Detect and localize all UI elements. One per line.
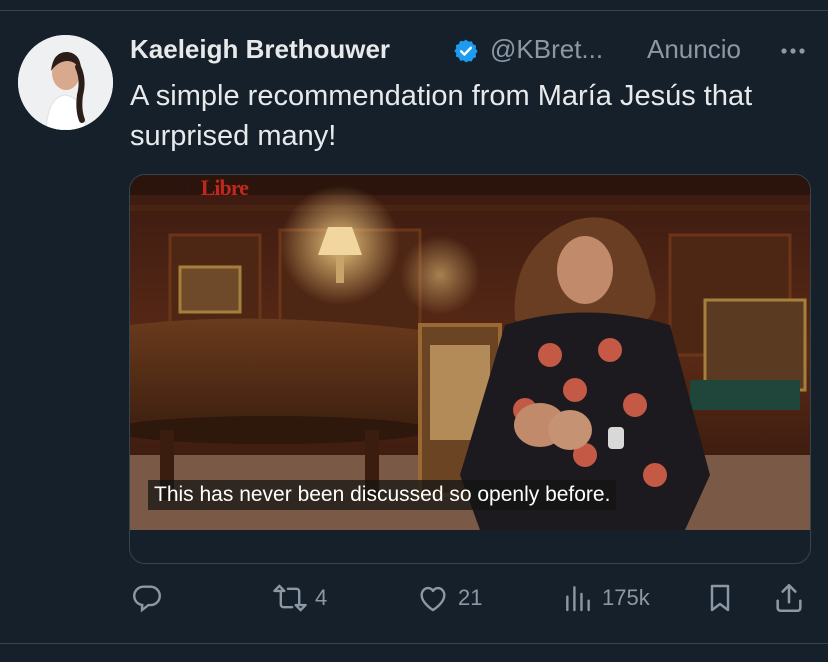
like-icon (416, 581, 450, 615)
retweet-count: 4 (315, 585, 328, 610)
bookmark-button[interactable] (704, 580, 736, 616)
video-frame[interactable]: infoLibre This has never been discussed … (130, 175, 810, 530)
bottom-divider (0, 643, 828, 644)
views-icon (562, 581, 594, 615)
views-button[interactable]: 175k (562, 580, 650, 616)
author-name[interactable]: Kaeleigh Brethouwer (130, 34, 390, 65)
video-subtitle: This has never been discussed so openly … (148, 480, 617, 510)
bookmark-icon (704, 581, 736, 615)
more-icon[interactable] (775, 34, 811, 64)
share-button[interactable] (772, 580, 806, 616)
ad-label: Anuncio (647, 34, 741, 64)
reply-button[interactable] (130, 580, 172, 616)
tweet-header: Kaeleigh Brethouwer @KBret... Anuncio (130, 30, 820, 70)
reply-icon (130, 581, 164, 615)
media-card[interactable]: infoLibre This has never been discussed … (129, 174, 811, 564)
verified-badge-icon (453, 38, 479, 64)
retweet-button[interactable]: 4 (273, 580, 327, 616)
share-icon (772, 581, 806, 615)
retweet-icon (273, 581, 307, 615)
video-watermark: infoLibre (168, 175, 249, 201)
top-divider (0, 10, 828, 11)
avatar[interactable] (18, 35, 113, 130)
watermark-part2: Libre (200, 175, 249, 200)
author-handle[interactable]: @KBret... (490, 34, 603, 65)
watermark-part1: info (168, 175, 202, 200)
tweet-text: A simple recommendation from María Jesús… (130, 80, 753, 152)
views-count: 175k (602, 585, 650, 610)
action-bar: 4 21 175k (0, 580, 828, 620)
like-button[interactable]: 21 (416, 580, 482, 616)
like-count: 21 (458, 585, 483, 610)
